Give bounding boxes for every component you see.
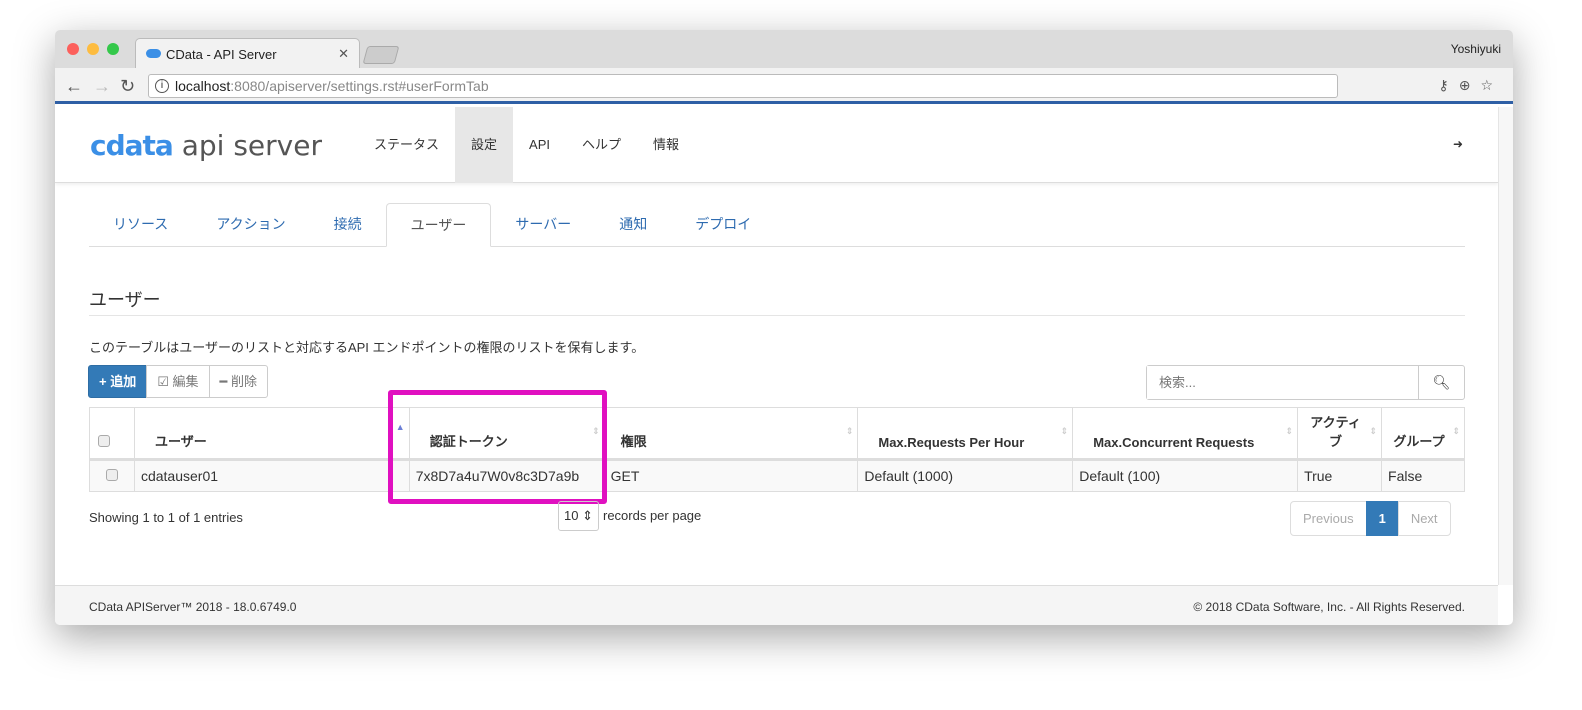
page-size-select[interactable]: 10 ⇕	[558, 501, 599, 531]
column-header-active[interactable]: アクティブ ⇕	[1297, 407, 1383, 461]
address-bar-row: ← → ↻ i localhost:8080/apiserver/settings…	[55, 68, 1513, 104]
action-buttons: + 追加 ☑ 編集 ━ 削除	[88, 365, 268, 398]
app-header: cdata api server ステータス 設定 API ヘルプ 情報 ➜	[55, 107, 1498, 183]
logo-text: api server	[181, 129, 322, 162]
close-tab-icon[interactable]: ✕	[338, 46, 349, 62]
sort-icon: ⇕	[1060, 426, 1069, 436]
add-button[interactable]: + 追加	[88, 365, 148, 398]
search-button[interactable]: 🔍︎	[1418, 366, 1464, 399]
select-all-checkbox[interactable]	[98, 435, 110, 447]
scrollbar[interactable]	[1498, 107, 1513, 585]
menu-settings[interactable]: 設定	[455, 107, 514, 183]
sort-icon: ⇕	[1369, 426, 1378, 436]
maximize-window-button[interactable]	[107, 43, 119, 55]
header-label: Max.Concurrent Requests	[1093, 435, 1255, 450]
header-label: グループ	[1393, 434, 1445, 449]
tab-server[interactable]: サーバー	[491, 203, 595, 246]
select-all-header	[89, 407, 135, 461]
url-input[interactable]: i localhost:8080/apiserver/settings.rst#u…	[148, 74, 1338, 98]
cell-max-requests: Default (1000)	[857, 459, 1074, 492]
search-input[interactable]	[1147, 366, 1417, 399]
menu-api[interactable]: API	[513, 107, 566, 183]
cloud-icon	[146, 49, 161, 58]
header-label: ユーザー	[154, 434, 207, 449]
profile-name[interactable]: Yoshiyuki	[1451, 42, 1501, 56]
delete-button[interactable]: ━ 削除	[208, 365, 268, 398]
search-icon: 🔍︎	[1432, 374, 1451, 390]
search-box: 🔍︎	[1146, 365, 1465, 400]
page-description: このテーブルはユーザーのリストと対応するAPI エンドポイントの権限のリストを保…	[89, 340, 645, 355]
back-icon[interactable]: ←	[65, 76, 83, 97]
cell-max-concurrent: Default (100)	[1072, 459, 1299, 492]
pagination: Previous 1 Next	[1290, 501, 1451, 536]
url-path: :8080/apiserver/settings.rst#userFormTab	[230, 78, 489, 94]
column-header-max-concurrent[interactable]: Max.Concurrent Requests ⇕	[1072, 407, 1299, 461]
page-title: ユーザー	[89, 290, 161, 310]
menu-help[interactable]: ヘルプ	[566, 107, 637, 183]
tab-notifications[interactable]: 通知	[595, 203, 671, 246]
tab-actions[interactable]: アクション	[192, 203, 309, 246]
tab-connections[interactable]: 接続	[310, 203, 386, 246]
tab-bar: CData - API Server ✕ Yoshiyuki	[55, 30, 1513, 68]
page-1-button[interactable]: 1	[1365, 501, 1399, 536]
previous-button[interactable]: Previous	[1290, 501, 1367, 536]
url-host: localhost	[175, 78, 231, 94]
page-size: 10 ⇕ records per page	[558, 501, 701, 531]
reload-icon[interactable]: ↻	[120, 76, 135, 97]
highlight-box	[388, 390, 607, 504]
forward-icon[interactable]: →	[93, 76, 111, 97]
column-header-permissions[interactable]: 権限 ⇕	[603, 407, 859, 461]
page-size-value: 10	[564, 508, 579, 523]
logout-icon[interactable]: ➜	[1453, 137, 1463, 151]
sort-icon: ⇕	[1285, 426, 1294, 436]
edit-button[interactable]: ☑ 編集	[146, 365, 210, 398]
row-checkbox-cell	[89, 459, 135, 492]
page-size-label: records per page	[602, 508, 702, 523]
logo-cdata: cdata	[90, 129, 174, 162]
logo[interactable]: cdata api server	[90, 129, 322, 162]
column-header-group[interactable]: グループ ⇕	[1381, 407, 1465, 461]
browser-window: CData - API Server ✕ Yoshiyuki ← → ↻ i loc…	[55, 30, 1513, 625]
header-label: アクティブ	[1310, 415, 1361, 449]
browser-tab[interactable]: CData - API Server ✕	[135, 38, 360, 68]
cell-permissions: GET	[603, 459, 859, 492]
minimize-window-button[interactable]	[87, 43, 99, 55]
browser-toolbar-icons[interactable]: ⚷⊕☆	[1438, 77, 1503, 94]
copyright-text: © 2018 CData Software, Inc. - All Rights…	[1193, 600, 1465, 614]
menu-info[interactable]: 情報	[637, 107, 695, 183]
entries-info: Showing 1 to 1 of 1 entries	[89, 510, 243, 525]
column-header-user[interactable]: ユーザー ▲	[133, 407, 410, 461]
divider	[89, 315, 1465, 316]
users-table: ユーザー ▲ 認証トークン ⇕ 権限 ⇕ Max.Requests Per Hour ⇕…	[89, 407, 1465, 492]
row-checkbox[interactable]	[105, 469, 118, 481]
main-menu: ステータス 設定 API ヘルプ 情報	[358, 107, 695, 183]
version-text: CData APIServer™ 2018 - 18.0.6749.0	[89, 600, 297, 614]
table-row[interactable]: cdatauser01 7x8D7a4u7W0v8c3D7a9b GET Def…	[89, 459, 1465, 492]
menu-status[interactable]: ステータス	[358, 107, 455, 183]
settings-tabs: リソース アクション 接続 ユーザー サーバー 通知 デプロイ	[89, 203, 1465, 247]
tab-resources[interactable]: リソース	[89, 203, 192, 246]
cell-active: True	[1297, 459, 1383, 492]
cell-user: cdatauser01	[133, 459, 410, 492]
footer: CData APIServer™ 2018 - 18.0.6749.0 © 20…	[55, 585, 1498, 625]
header-label: 権限	[620, 434, 647, 449]
new-tab-button[interactable]	[362, 46, 400, 64]
tab-deploy[interactable]: デプロイ	[671, 203, 775, 246]
cell-group: False	[1381, 459, 1465, 492]
column-header-max-requests[interactable]: Max.Requests Per Hour ⇕	[857, 407, 1074, 461]
close-window-button[interactable]	[67, 43, 79, 55]
header-label: Max.Requests Per Hour	[878, 435, 1025, 450]
tab-users[interactable]: ユーザー	[385, 203, 492, 247]
sort-icon: ⇕	[845, 426, 854, 436]
info-icon[interactable]: i	[155, 79, 169, 93]
sort-icon: ⇕	[1452, 426, 1460, 436]
next-button[interactable]: Next	[1397, 501, 1451, 536]
tab-title: CData - API Server	[166, 47, 277, 62]
